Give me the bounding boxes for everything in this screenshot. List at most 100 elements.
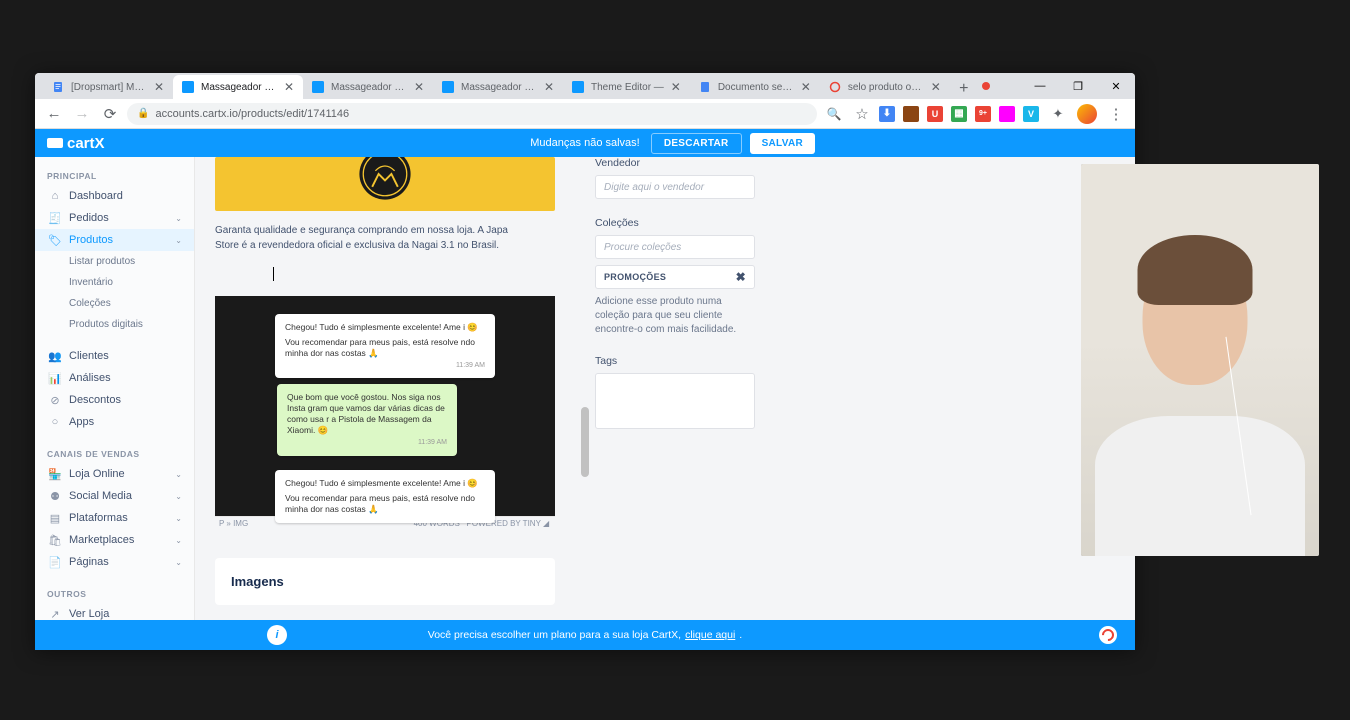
app-header: cartX Mudanças não salvas! DESCARTAR SAL… — [35, 129, 1135, 157]
colecoes-search-input[interactable] — [595, 235, 755, 259]
vendedor-input[interactable] — [595, 175, 755, 199]
sidebar-item-marketplaces[interactable]: 🛍Marketplaces⌄ — [35, 529, 194, 551]
tab-close-icon[interactable]: ✕ — [543, 81, 555, 93]
text-cursor — [273, 267, 274, 281]
docs-favicon — [51, 80, 65, 94]
external-icon: ↗ — [49, 608, 61, 620]
chat-reply: Que bom que você gostou. Nos siga nos In… — [277, 384, 457, 455]
tab-title: Massageador Fa... — [201, 82, 277, 93]
sidebar-item-apps[interactable]: ○Apps — [35, 411, 194, 433]
sidebar-item-listar-produtos[interactable]: Listar produtos — [35, 251, 194, 272]
sidebar-item-loja-online[interactable]: 🏪Loja Online⌄ — [35, 463, 194, 485]
share-icon: ⚉ — [49, 490, 61, 502]
chat-message: Chegou! Tudo é simplesmente excelente! A… — [275, 470, 495, 523]
sidebar-item-produtos[interactable]: 🏷Produtos⌄ — [35, 229, 194, 251]
tab-title: Massageador Fa... — [331, 82, 407, 93]
webcam-feed — [1081, 164, 1319, 556]
tab-close-icon[interactable]: ✕ — [413, 81, 425, 93]
save-button[interactable]: SALVAR — [750, 133, 815, 154]
new-tab-button[interactable]: + — [954, 79, 974, 99]
seal-icon — [353, 157, 417, 206]
browser-tab-6[interactable]: selo produto ori... ✕ — [820, 75, 950, 99]
discard-button[interactable]: DESCARTAR — [651, 133, 742, 154]
tab-close-icon[interactable]: ✕ — [930, 81, 942, 93]
product-description-text[interactable]: Garanta qualidade e segurança comprando … — [215, 223, 515, 253]
section-title-canais: CANAIS DE VENDAS — [35, 445, 194, 463]
right-panel: Vendedor Coleções PROMOÇÕES ✖ Adicione e… — [595, 157, 785, 620]
colecoes-help-text: Adicione esse produto numa coleção para … — [595, 295, 755, 337]
banner-text: Você precisa escolher um plano para a su… — [428, 629, 681, 641]
sidebar-item-inventario[interactable]: Inventário — [35, 272, 194, 293]
section-title-principal: PRINCIPAL — [35, 167, 194, 185]
chevron-down-icon: ⌄ — [175, 558, 182, 567]
app-logo[interactable]: cartX — [47, 135, 105, 152]
home-icon: ⌂ — [49, 190, 61, 202]
editor-path: P » IMG — [219, 519, 248, 528]
sidebar-item-colecoes[interactable]: Coleções — [35, 293, 194, 314]
tag-icon: 🏷 — [49, 234, 61, 246]
tab-strip: [Dropsmart] Mo... ✕ Massageador Fa... ✕ … — [35, 73, 1135, 99]
address-bar: ← → ⟳ 🔒 accounts.cartx.io/products/edit/… — [35, 99, 1135, 129]
sidebar-item-ver-loja[interactable]: ↗Ver Loja — [35, 603, 194, 620]
ext-icon[interactable] — [999, 106, 1015, 122]
sidebar-item-social-media[interactable]: ⚉Social Media⌄ — [35, 485, 194, 507]
chat-message: Chegou! Tudo é simplesmente excelente! A… — [275, 314, 495, 378]
chevron-down-icon: ⌄ — [175, 492, 182, 501]
back-button[interactable]: ← — [43, 103, 65, 125]
editor-image-block[interactable]: Chegou! Tudo é simplesmente excelente! A… — [215, 296, 555, 530]
extensions-icon[interactable]: ✦ — [1047, 103, 1069, 125]
recording-indicator-icon — [982, 82, 990, 90]
users-icon: 👥 — [49, 350, 61, 362]
collection-tag-label: PROMOÇÕES — [604, 272, 666, 282]
google-favicon — [828, 80, 842, 94]
tags-input[interactable] — [595, 373, 755, 429]
banner-link[interactable]: clique aqui — [685, 629, 735, 641]
collection-tag: PROMOÇÕES ✖ — [595, 265, 755, 289]
remove-tag-icon[interactable]: ✖ — [736, 270, 746, 284]
ext-icon[interactable] — [903, 106, 919, 122]
browser-tab-2[interactable]: Massageador Fa... ✕ — [303, 75, 433, 99]
ext-icon[interactable]: U — [927, 106, 943, 122]
sidebar-item-descontos[interactable]: ⊘Descontos — [35, 389, 194, 411]
sidebar-item-plataformas[interactable]: ▤Plataformas⌄ — [35, 507, 194, 529]
tab-title: [Dropsmart] Mo... — [71, 82, 147, 93]
sidebar-item-dashboard[interactable]: ⌂Dashboard — [35, 185, 194, 207]
search-icon[interactable]: 🔍 — [823, 103, 845, 125]
app-body: PRINCIPAL ⌂Dashboard 🧾Pedidos⌄ 🏷Produtos… — [35, 157, 1135, 620]
browser-tab-5[interactable]: Documento sem ... ✕ — [690, 75, 820, 99]
resize-handle-icon[interactable]: ◢ — [543, 519, 551, 527]
info-icon: i — [267, 625, 287, 645]
browser-tab-0[interactable]: [Dropsmart] Mo... ✕ — [43, 75, 173, 99]
ext-icon[interactable]: ⬇ — [879, 106, 895, 122]
unsaved-changes-text: Mudanças não salvas! — [530, 137, 639, 149]
browser-tab-4[interactable]: Theme Editor — ✕ — [563, 75, 690, 99]
maximize-button[interactable]: ❐ — [1059, 73, 1097, 99]
editor-scrollbar[interactable] — [581, 407, 589, 477]
sidebar-item-paginas[interactable]: 📄Páginas⌄ — [35, 551, 194, 573]
star-icon[interactable]: ☆ — [851, 103, 873, 125]
browser-tab-1[interactable]: Massageador Fa... ✕ — [173, 75, 303, 99]
ext-icon[interactable]: ▦ — [951, 106, 967, 122]
sidebar-item-pedidos[interactable]: 🧾Pedidos⌄ — [35, 207, 194, 229]
url-input[interactable]: 🔒 accounts.cartx.io/products/edit/174114… — [127, 103, 817, 125]
tab-close-icon[interactable]: ✕ — [800, 81, 812, 93]
reload-button[interactable]: ⟳ — [99, 103, 121, 125]
cartx-favicon — [571, 80, 585, 94]
minimize-button[interactable]: — — [1021, 73, 1059, 99]
tab-close-icon[interactable]: ✕ — [670, 81, 682, 93]
ext-icon[interactable]: 9+ — [975, 106, 991, 122]
forward-button[interactable]: → — [71, 103, 93, 125]
close-window-button[interactable]: ✕ — [1097, 73, 1135, 99]
sidebar-item-produtos-digitais[interactable]: Produtos digitais — [35, 314, 194, 335]
sidebar-item-clientes[interactable]: 👥Clientes — [35, 345, 194, 367]
help-button[interactable] — [1099, 626, 1117, 644]
quality-seal-image — [215, 157, 555, 211]
tab-close-icon[interactable]: ✕ — [153, 81, 165, 93]
tab-close-icon[interactable]: ✕ — [283, 81, 295, 93]
ext-icon[interactable]: V — [1023, 106, 1039, 122]
chevron-down-icon: ⌄ — [175, 514, 182, 523]
sidebar-item-analises[interactable]: 📊Análises — [35, 367, 194, 389]
user-avatar[interactable] — [1077, 104, 1097, 124]
browser-tab-3[interactable]: Massageador Fa... ✕ — [433, 75, 563, 99]
menu-icon[interactable]: ⋮ — [1105, 103, 1127, 125]
